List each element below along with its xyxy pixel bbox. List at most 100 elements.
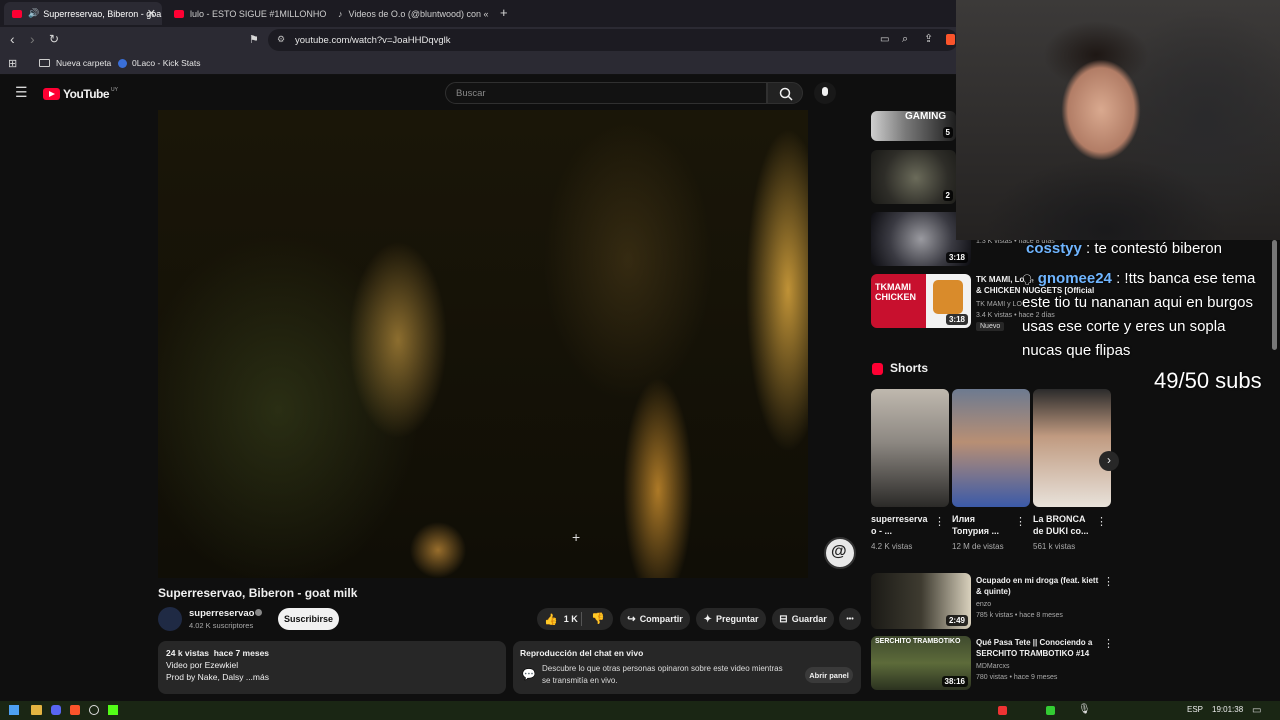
url-text: youtube.com/watch?v=JoaHHDqvglk <box>295 34 451 46</box>
youtube-favicon-icon <box>12 9 22 18</box>
short-title[interactable]: Топурия ... <box>952 525 999 537</box>
video-title[interactable]: SERCHITO TRAMBOTIKO #14 <box>976 648 1089 660</box>
windows-taskbar: 🎙 ESP 19:01:38 ▭ <box>0 701 1280 720</box>
bookmark-folder[interactable]: Nueva carpeta <box>39 58 111 68</box>
discord-icon[interactable] <box>51 705 61 715</box>
share-icon[interactable]: ⇪ <box>924 33 933 45</box>
notifications-icon[interactable]: ▭ <box>1252 705 1261 716</box>
zoom-icon[interactable]: ⌕ <box>902 33 908 45</box>
chat-text: : te contestó biberon <box>1081 240 1222 257</box>
more-actions-button[interactable]: ••• <box>839 608 861 630</box>
youtube-logo[interactable]: YouTube UY <box>43 87 118 101</box>
more-options-icon[interactable]: ⋮ <box>1103 637 1114 650</box>
shorts-next-button[interactable]: › <box>1099 451 1119 471</box>
video-duration: 3:18 <box>945 252 968 263</box>
channel-name[interactable]: superreservao <box>189 608 254 619</box>
language-indicator[interactable]: ESP <box>1187 705 1203 714</box>
new-badge: Nuevo <box>976 322 1005 331</box>
description-stats: 24 k vistas hace 7 meses <box>166 648 270 658</box>
crosshair-cursor-icon: + <box>572 529 581 545</box>
site-info-icon[interactable]: ⚙ <box>277 34 285 45</box>
save-button[interactable]: ⊟ Guardar <box>772 608 834 630</box>
video-player[interactable]: + <box>158 110 808 578</box>
brave-icon[interactable] <box>70 705 80 715</box>
kick-icon[interactable] <box>108 705 118 715</box>
tray-app-icon[interactable] <box>998 706 1007 715</box>
start-icon[interactable] <box>9 705 19 715</box>
shorts-heading: Shorts <box>890 361 929 375</box>
url-bar[interactable]: ⚙ youtube.com/watch?v=JoaHHDqvglk <box>268 29 958 51</box>
video-duration: 2:49 <box>945 615 968 626</box>
forward-icon[interactable]: › <box>30 32 35 46</box>
back-icon[interactable]: ‹ <box>10 32 15 46</box>
audio-icon: 🔊 <box>28 8 40 18</box>
description-box[interactable]: 24 k vistas hace 7 meses Video por Ezewk… <box>158 641 506 694</box>
short-title[interactable]: La BRONCA <box>1033 513 1086 525</box>
tts-icon: 🗣 <box>1022 275 1035 286</box>
sidebar-video-thumbnail[interactable]: SERCHITO TRAMBOTIKO 38:16 <box>871 636 971 690</box>
video-meta: 780 vistas • hace 9 meses <box>976 674 1058 681</box>
region-code: UY <box>111 87 118 93</box>
channel-name[interactable]: TK MAMI y LO <box>976 299 1022 310</box>
short-thumbnail[interactable] <box>952 389 1030 507</box>
more-options-icon[interactable]: ⋮ <box>1103 575 1114 588</box>
channel-name[interactable]: MDMarcxs <box>976 661 1009 672</box>
sidebar-video-thumbnail[interactable]: 2:49 <box>871 573 971 629</box>
page-scrollbar[interactable] <box>1272 240 1277 350</box>
voice-search-button[interactable] <box>814 82 836 104</box>
reload-icon[interactable]: ↻ <box>49 33 59 45</box>
short-views: 12 M de vistas <box>952 542 1004 551</box>
chat-message: cosstyy : te contestó biberon <box>1026 240 1222 257</box>
floating-logo-icon[interactable]: @ <box>824 537 856 569</box>
thumbnail-text: GAMING <box>905 111 947 122</box>
sidebar-video-thumbnail[interactable]: 2 <box>871 150 956 204</box>
thumbnail-text: TKMAMI CHICKEN <box>875 282 917 302</box>
tab-lulo[interactable]: lulo - ESTO SIGUE #1MILLONHOOD <box>166 2 326 25</box>
video-duration: 3:18 <box>945 314 968 325</box>
channel-name[interactable]: enzo <box>976 599 991 610</box>
sidebar-video-thumbnail[interactable]: TKMAMI CHICKEN 3:18 <box>871 274 971 328</box>
cast-icon[interactable]: ▭ <box>880 34 889 46</box>
short-title[interactable]: o - ... <box>871 525 892 537</box>
open-panel-button[interactable]: Abrir panel <box>805 667 853 683</box>
tab-tiktok[interactable]: ♪ Videos de O.o (@bluntwood) con « <box>330 2 490 25</box>
tab-title: Superreservao, Biberon - goa <box>43 8 162 19</box>
subscribe-button[interactable]: Suscribirse <box>278 608 339 630</box>
search-icon <box>779 87 793 101</box>
short-title[interactable]: superreserva <box>871 513 928 525</box>
more-options-icon[interactable]: ⋮ <box>1096 515 1107 528</box>
clock[interactable]: 19:01:38 <box>1212 705 1243 714</box>
bookmark-label: 0Laco - Kick Stats <box>132 58 201 68</box>
bookmark-kick-stats[interactable]: 0Laco - Kick Stats <box>118 58 201 68</box>
sidebar-video-thumbnail[interactable]: GAMING 5 <box>871 111 956 141</box>
like-icon[interactable]: 👍 <box>544 613 558 626</box>
like-dislike-group: 👍 1 K 👎 <box>537 608 613 630</box>
close-tab-icon[interactable]: ✕ <box>147 7 156 20</box>
menu-icon[interactable]: ☰ <box>15 85 28 99</box>
short-thumbnail[interactable] <box>871 389 949 507</box>
short-title[interactable]: Илия <box>952 513 975 525</box>
search-input[interactable]: Buscar <box>445 82 767 104</box>
apps-grid-icon[interactable]: ⊞ <box>8 58 17 70</box>
like-count[interactable]: 1 K <box>564 614 578 624</box>
short-thumbnail[interactable] <box>1033 389 1111 507</box>
channel-avatar[interactable] <box>158 607 182 631</box>
short-title[interactable]: de DUKI co... <box>1033 525 1089 537</box>
tab-superreservao[interactable]: 🔊 Superreservao, Biberon - goa ✕ <box>4 2 162 25</box>
live-chat-text: se transmitía en vivo. <box>542 676 618 685</box>
bookmark-icon[interactable]: ⚑ <box>249 34 259 46</box>
microphone-tray-icon[interactable]: 🎙 <box>1078 704 1091 715</box>
dislike-icon[interactable]: 👎 <box>591 612 605 625</box>
tray-app-icon[interactable] <box>1046 706 1055 715</box>
search-button[interactable] <box>767 82 803 104</box>
new-tab-button[interactable]: + <box>500 6 508 19</box>
share-button[interactable]: ↪ Compartir <box>620 608 690 630</box>
more-options-icon[interactable]: ⋮ <box>934 515 945 528</box>
ask-button[interactable]: ✦ Preguntar <box>696 608 766 630</box>
more-options-icon[interactable]: ⋮ <box>1015 515 1026 528</box>
share-label: Compartir <box>639 614 683 624</box>
video-title[interactable]: & quinte) <box>976 586 1011 598</box>
file-explorer-icon[interactable] <box>31 705 42 715</box>
obs-icon[interactable] <box>89 705 99 715</box>
brave-shield-icon[interactable] <box>946 34 955 45</box>
